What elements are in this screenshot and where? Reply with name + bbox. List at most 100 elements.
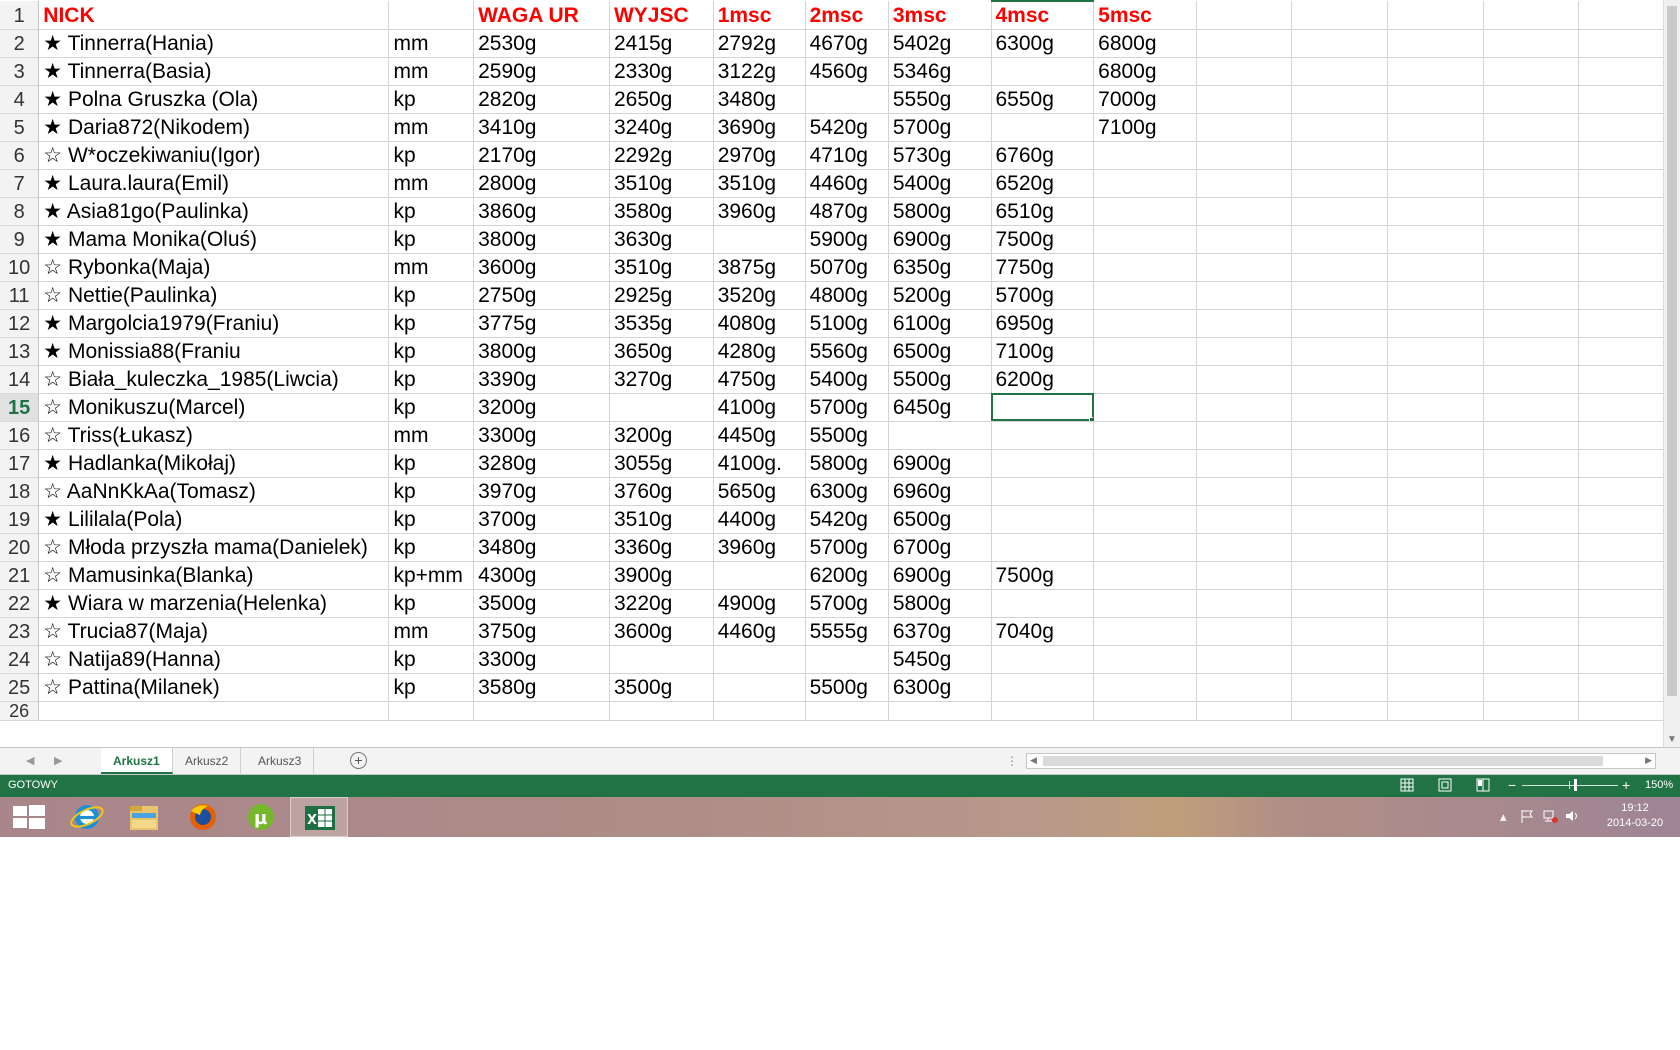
cell[interactable]: 2650g — [609, 85, 714, 114]
cell[interactable] — [1483, 141, 1580, 170]
cell[interactable]: 4560g — [805, 57, 889, 86]
cell[interactable] — [1196, 589, 1293, 618]
cell[interactable] — [991, 477, 1095, 506]
cell[interactable] — [1387, 85, 1484, 114]
cell[interactable] — [1093, 589, 1197, 618]
cell[interactable]: 5700g — [805, 589, 889, 618]
cell[interactable]: ★ Daria872(Nikodem) — [38, 113, 390, 142]
cell[interactable] — [1578, 365, 1675, 394]
cell[interactable] — [1291, 505, 1389, 534]
cell[interactable] — [1093, 449, 1197, 478]
internet-explorer-icon[interactable] — [58, 797, 116, 837]
cell[interactable]: 4670g — [805, 29, 889, 58]
cell[interactable]: 6200g — [991, 365, 1095, 394]
cell[interactable]: mm — [388, 113, 475, 142]
scroll-left-arrow-icon[interactable]: ◀ — [1030, 755, 1037, 766]
row-header[interactable]: 5 — [0, 113, 40, 142]
cell[interactable] — [991, 393, 1095, 422]
cell[interactable]: ☆ Mamusinka(Blanka) — [38, 561, 390, 590]
cell[interactable] — [1578, 169, 1675, 198]
cell[interactable]: kp — [388, 197, 475, 226]
cell[interactable] — [1196, 505, 1293, 534]
cell[interactable] — [388, 701, 475, 721]
cell[interactable]: 3650g — [609, 337, 714, 366]
cell[interactable] — [805, 645, 889, 674]
row-header[interactable]: 22 — [0, 589, 40, 618]
cell[interactable]: 4710g — [805, 141, 889, 170]
cell[interactable] — [713, 561, 806, 590]
cell[interactable]: 2415g — [609, 29, 714, 58]
cell[interactable] — [1196, 29, 1293, 58]
cell[interactable] — [1578, 57, 1675, 86]
row-header[interactable]: 7 — [0, 169, 40, 198]
cell[interactable] — [1291, 589, 1389, 618]
cell[interactable]: 5700g — [888, 113, 992, 142]
cell[interactable] — [1291, 421, 1389, 450]
cell[interactable]: 4460g — [805, 169, 889, 198]
row-header[interactable]: 1 — [0, 1, 40, 30]
cell[interactable]: 3760g — [609, 477, 714, 506]
cell[interactable]: mm — [388, 617, 475, 646]
cell[interactable]: 5500g — [805, 421, 889, 450]
cell[interactable] — [1291, 253, 1389, 282]
cell[interactable]: 5200g — [888, 281, 992, 310]
cell[interactable] — [1387, 253, 1484, 282]
column-heading-cell[interactable]: 2msc — [805, 1, 889, 30]
cell[interactable] — [1291, 645, 1389, 674]
cell[interactable]: mm — [388, 57, 475, 86]
cell[interactable]: 7500g — [991, 225, 1095, 254]
cell[interactable] — [1483, 337, 1580, 366]
cell[interactable] — [1578, 1, 1675, 30]
cell[interactable]: 3480g — [713, 85, 806, 114]
cell[interactable] — [1483, 113, 1580, 142]
cell[interactable] — [1093, 365, 1197, 394]
cell[interactable]: 5700g — [805, 533, 889, 562]
cell[interactable]: 6950g — [991, 309, 1095, 338]
cell[interactable] — [1483, 197, 1580, 226]
cell[interactable] — [1483, 309, 1580, 338]
column-heading-cell[interactable]: 3msc — [888, 1, 992, 30]
cell[interactable] — [991, 113, 1095, 142]
cell[interactable] — [1578, 197, 1675, 226]
cell[interactable]: kp — [388, 309, 475, 338]
action-center-flag-icon[interactable] — [1520, 809, 1534, 826]
cell[interactable]: 5500g — [805, 673, 889, 702]
cell[interactable]: 5420g — [805, 113, 889, 142]
cell[interactable] — [1578, 253, 1675, 282]
cell[interactable] — [1196, 421, 1293, 450]
normal-view-icon[interactable] — [1400, 778, 1414, 792]
cell[interactable]: 4750g — [713, 365, 806, 394]
cell[interactable]: 2792g — [713, 29, 806, 58]
cell[interactable] — [1483, 421, 1580, 450]
cell[interactable] — [609, 393, 714, 422]
cell[interactable] — [1387, 141, 1484, 170]
cell[interactable] — [1196, 477, 1293, 506]
cell[interactable] — [1387, 617, 1484, 646]
sheet-tab-arkusz1[interactable]: Arkusz1 — [101, 748, 173, 774]
cell[interactable]: 3520g — [713, 281, 806, 310]
cell[interactable] — [1483, 1, 1580, 30]
cell[interactable] — [1291, 281, 1389, 310]
cell[interactable]: 2590g — [473, 57, 610, 86]
cell[interactable]: 5450g — [888, 645, 992, 674]
cell[interactable] — [1387, 29, 1484, 58]
cell[interactable]: 3480g — [473, 533, 610, 562]
horizontal-scrollbar[interactable]: ◀ ▶ — [1026, 753, 1656, 769]
cell[interactable]: 6520g — [991, 169, 1095, 198]
cell[interactable]: 4080g — [713, 309, 806, 338]
cell[interactable]: 4900g — [713, 589, 806, 618]
file-explorer-icon[interactable] — [116, 797, 174, 837]
cell[interactable]: 7100g — [1093, 113, 1197, 142]
cell[interactable] — [1483, 85, 1580, 114]
cell[interactable]: 3500g — [473, 589, 610, 618]
cell[interactable] — [1291, 169, 1389, 198]
cell[interactable] — [1387, 673, 1484, 702]
cell[interactable] — [1387, 477, 1484, 506]
cell[interactable] — [609, 701, 714, 721]
cell[interactable] — [713, 645, 806, 674]
windows-start-icon[interactable] — [0, 797, 58, 837]
cell[interactable] — [1093, 477, 1197, 506]
cell[interactable]: ☆ W*oczekiwaniu(Igor) — [38, 141, 390, 170]
cell[interactable] — [1387, 169, 1484, 198]
cell[interactable]: ★ Laura.laura(Emil) — [38, 169, 390, 198]
